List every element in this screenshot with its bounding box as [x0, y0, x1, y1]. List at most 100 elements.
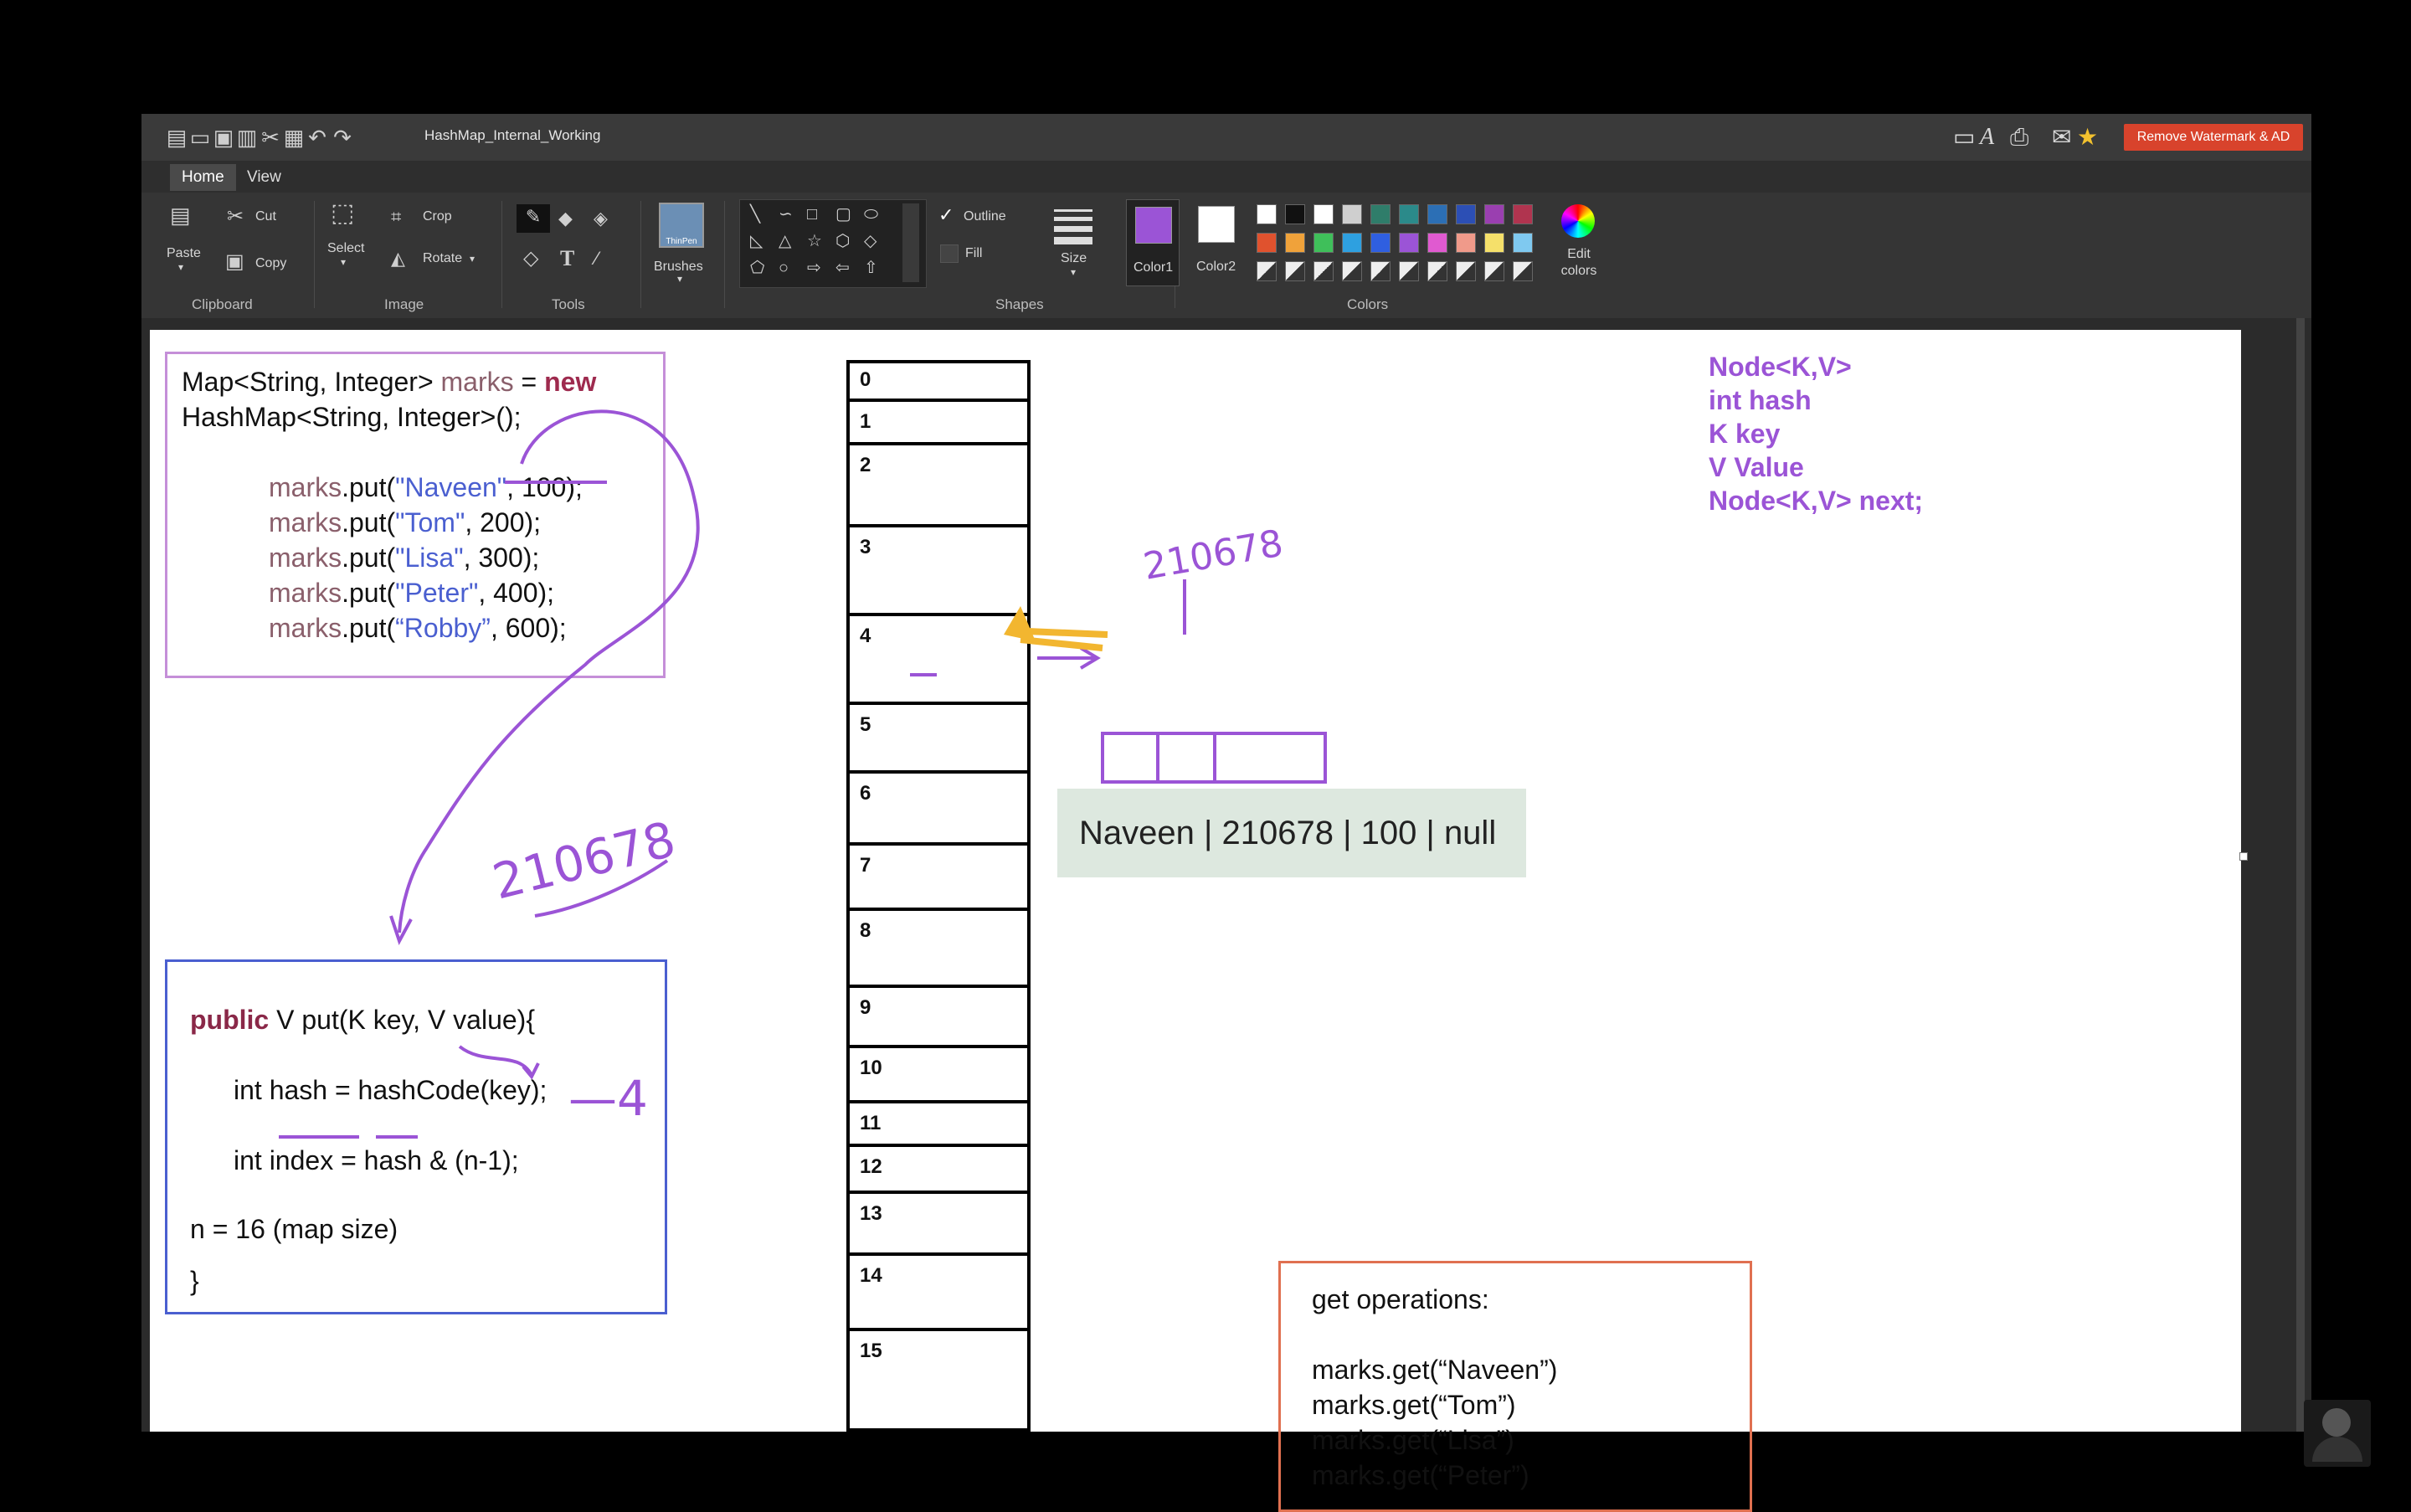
color-wheel-icon[interactable] — [1561, 204, 1595, 238]
palette-swatch[interactable] — [1342, 204, 1362, 224]
pentagon-shape-icon[interactable]: ⬠ — [750, 255, 764, 280]
palette-swatch[interactable] — [1257, 204, 1277, 224]
palette-swatch[interactable] — [1456, 233, 1476, 253]
palette-swatch[interactable] — [1313, 233, 1334, 253]
arrow-right-shape-icon[interactable]: ⇨ — [807, 255, 821, 280]
color1-selector[interactable]: Color1 — [1126, 199, 1180, 286]
palette-swatch[interactable] — [1427, 233, 1447, 253]
shapes-scrollbar[interactable] — [902, 203, 919, 282]
arrow-left-shape-icon[interactable]: ⇦ — [835, 255, 850, 280]
brushes-dropdown-icon[interactable]: ▾ — [677, 273, 682, 285]
diamond-shape-icon[interactable]: ◇ — [864, 229, 876, 254]
new-file-icon[interactable]: ▤ — [165, 126, 188, 149]
outline-option[interactable]: Outline — [964, 209, 1006, 224]
curve-shape-icon[interactable]: ∽ — [779, 202, 793, 227]
palette-swatch[interactable] — [1285, 233, 1305, 253]
canvas-resize-handle[interactable] — [2239, 852, 2248, 861]
tab-view[interactable]: View — [235, 164, 293, 191]
paste-button[interactable]: Paste — [167, 246, 201, 261]
copy-button[interactable]: Copy — [255, 256, 286, 271]
rotate-dropdown-icon[interactable]: ▾ — [470, 253, 475, 265]
right-triangle-shape-icon[interactable]: ◺ — [750, 229, 763, 254]
clipboard-group-label: Clipboard — [192, 296, 253, 312]
print-icon[interactable]: ▥ — [235, 126, 259, 149]
rotate-button[interactable]: Rotate — [423, 251, 462, 266]
mail-icon[interactable]: ✉ — [2052, 124, 2071, 151]
star-icon[interactable]: ★ — [2077, 124, 2098, 151]
bucket-tool-icon[interactable]: ◈ — [594, 206, 608, 231]
palette-swatch[interactable] — [1370, 204, 1391, 224]
custom-color-slot[interactable] — [1513, 261, 1533, 281]
palette-swatch[interactable] — [1257, 233, 1277, 253]
palette-swatch[interactable] — [1342, 233, 1362, 253]
outline-check-icon[interactable]: ✓ — [938, 203, 954, 228]
custom-color-slot[interactable] — [1257, 261, 1277, 281]
custom-color-slot[interactable] — [1313, 261, 1334, 281]
palette-swatch[interactable] — [1313, 204, 1334, 224]
paste-dropdown-icon[interactable]: ▾ — [178, 261, 183, 273]
undo-icon[interactable]: ↶ — [306, 126, 329, 149]
cut-quick-icon[interactable]: ✂ — [259, 126, 282, 149]
line-shape-icon[interactable]: ╲ — [750, 202, 760, 227]
custom-color-slot[interactable] — [1370, 261, 1391, 281]
palette-swatch[interactable] — [1456, 204, 1476, 224]
palette-swatch[interactable] — [1370, 233, 1391, 253]
pencil-tool-icon[interactable]: ✎ — [517, 204, 550, 233]
tab-home[interactable]: Home — [170, 164, 236, 191]
eraser-tool-icon[interactable]: ◆ — [558, 206, 573, 231]
paste-quick-icon[interactable]: ▦ — [282, 126, 306, 149]
select-button[interactable]: Select — [327, 241, 364, 256]
highlight-arrow — [1026, 628, 1108, 638]
custom-color-slot[interactable] — [1285, 261, 1305, 281]
fill-tool-icon[interactable]: ◇ — [523, 246, 538, 271]
circle-shape-icon[interactable]: ○ — [779, 255, 789, 280]
open-folder-icon[interactable]: ▭ — [188, 126, 212, 149]
fill-option[interactable]: Fill — [965, 246, 982, 261]
arrow-up-shape-icon[interactable]: ⇧ — [864, 255, 878, 280]
size-lines-icon[interactable] — [1054, 209, 1092, 244]
divider — [724, 201, 725, 308]
palette-swatch[interactable] — [1513, 204, 1533, 224]
palette-swatch[interactable] — [1484, 233, 1504, 253]
save-icon[interactable]: ▣ — [212, 126, 235, 149]
palette-swatch[interactable] — [1399, 233, 1419, 253]
ribbon: ▤ Paste ▾ ✂ Cut ▣ Copy Clipboard ⬚ Selec… — [141, 193, 2311, 318]
select-dropdown-icon[interactable]: ▾ — [341, 256, 346, 268]
color2-selector[interactable]: Color2 — [1190, 199, 1243, 286]
palette-swatch[interactable] — [1484, 204, 1504, 224]
color-picker-icon[interactable]: ⁄ — [595, 246, 599, 271]
custom-color-slot[interactable] — [1342, 261, 1362, 281]
custom-color-slot[interactable] — [1456, 261, 1476, 281]
ellipse-shape-icon[interactable]: ⬭ — [864, 202, 878, 227]
hexagon-shape-icon[interactable]: ⬡ — [835, 229, 850, 254]
edit-colors-button[interactable]: Edit colors — [1558, 246, 1600, 280]
redo-icon[interactable]: ↷ — [331, 126, 354, 149]
custom-color-slot[interactable] — [1484, 261, 1504, 281]
palette-swatch[interactable] — [1513, 233, 1533, 253]
fill-checkbox[interactable] — [940, 244, 959, 263]
font-icon[interactable]: A — [1980, 124, 1994, 151]
paint-app-window: ▤ ▭ ▣ ▥ ✂ ▦ ↶ ↷ HashMap_Internal_Working… — [141, 114, 2311, 1512]
remove-watermark-button[interactable]: Remove Watermark & AD — [2124, 124, 2303, 151]
crop-button[interactable]: Crop — [423, 209, 452, 224]
brush-thumbnail[interactable]: ThinPen — [659, 203, 704, 248]
star-shape-icon[interactable]: ☆ — [807, 229, 822, 254]
vertical-scrollbar[interactable] — [2296, 318, 2305, 1432]
palette-swatch[interactable] — [1399, 204, 1419, 224]
colors-group-label: Colors — [1347, 296, 1389, 312]
window-layout-icon[interactable]: ▭ — [1953, 124, 1975, 151]
printer-icon[interactable]: ⎙ — [2010, 124, 2028, 151]
triangle-shape-icon[interactable]: △ — [779, 229, 791, 254]
size-button[interactable]: Size — [1061, 251, 1087, 266]
size-dropdown-icon[interactable]: ▾ — [1071, 266, 1076, 278]
custom-color-slot[interactable] — [1427, 261, 1447, 281]
custom-color-slot[interactable] — [1399, 261, 1419, 281]
palette-swatch[interactable] — [1285, 204, 1305, 224]
cut-button[interactable]: Cut — [255, 209, 276, 224]
divider — [314, 201, 315, 308]
rectangle-shape-icon[interactable]: □ — [807, 202, 817, 227]
rounded-rect-shape-icon[interactable]: ▢ — [835, 202, 851, 227]
palette-swatch[interactable] — [1427, 204, 1447, 224]
drawing-canvas[interactable]: Map<String, Integer> marks = new HashMap… — [150, 330, 2241, 1512]
text-tool-icon[interactable]: T — [560, 246, 574, 271]
